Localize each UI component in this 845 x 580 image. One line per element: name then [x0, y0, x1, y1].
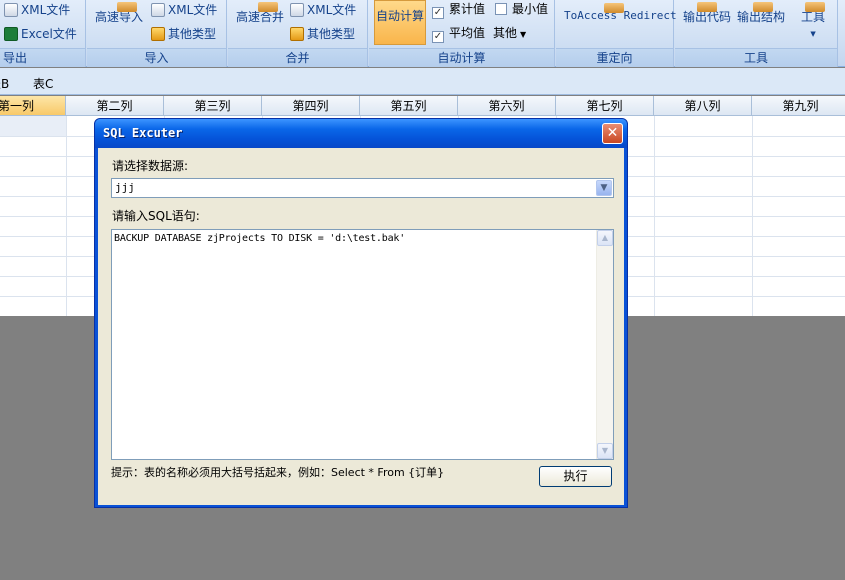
other-dropdown[interactable]: 其他 ▼	[493, 24, 526, 41]
group-import: 高速导入 XML文件 其他类型 导入	[87, 0, 227, 67]
checkbox-checked-icon: ✓	[432, 7, 444, 19]
import-other-button[interactable]: 其他类型	[151, 25, 216, 42]
datasource-value: jjj	[115, 181, 135, 194]
group-label-autocalc: 自动计算	[369, 48, 554, 67]
column-header[interactable]: 第二列	[66, 96, 164, 116]
import-xml-button[interactable]: XML文件	[151, 1, 217, 18]
sheet-tab-c[interactable]: 表C	[33, 75, 53, 92]
group-label-merge: 合并	[228, 48, 367, 67]
dropdown-arrow-icon: ▼	[810, 30, 816, 38]
database-icon	[290, 27, 304, 41]
tools-icon	[805, 2, 825, 12]
sheet-tabs: 表B 表C	[0, 68, 845, 95]
column-header[interactable]: 第九列	[752, 96, 845, 116]
cumulative-checkbox[interactable]: ✓ 累计值	[432, 0, 485, 19]
sql-text: BACKUP DATABASE zjProjects TO DISK = 'd:…	[114, 233, 406, 244]
column-header[interactable]: 第七列	[556, 96, 654, 116]
group-label-export: 导出	[0, 48, 85, 67]
group-label-import: 导入	[87, 48, 226, 67]
export-excel-button[interactable]: Excel文件	[4, 25, 77, 42]
scroll-down-icon[interactable]: ▼	[597, 443, 613, 459]
column-header[interactable]: 第八列	[654, 96, 752, 116]
group-tools: 输出代码 输出结构 工具 ▼ 工具	[675, 0, 838, 67]
datasource-label: 请选择数据源:	[112, 159, 189, 173]
average-checkbox[interactable]: ✓ 平均值	[432, 24, 485, 43]
sql-executer-dialog: SQL Excuter ✕ 请选择数据源: jjj ▼ 请输入SQL语句: BA…	[94, 118, 628, 508]
datasource-select[interactable]: jjj ▼	[111, 178, 614, 198]
export-xml-button[interactable]: XML文件	[4, 1, 70, 18]
sql-textarea[interactable]: BACKUP DATABASE zjProjects TO DISK = 'd:…	[111, 229, 614, 460]
scroll-up-icon[interactable]: ▲	[597, 230, 613, 246]
dialog-titlebar[interactable]: SQL Excuter ✕	[95, 119, 627, 148]
merge-icon	[258, 2, 278, 12]
redirect-icon	[604, 3, 624, 13]
active-cell[interactable]	[0, 116, 66, 136]
output-structure-button[interactable]: 输出结构	[737, 2, 785, 25]
group-redirect: ToAccess Redirect 重定向	[556, 0, 677, 67]
structure-icon	[753, 2, 773, 12]
excel-file-icon	[4, 27, 18, 41]
chevron-down-icon[interactable]: ▼	[596, 180, 612, 196]
fast-import-button[interactable]: 高速导入	[95, 2, 143, 25]
group-export: XML文件 Excel文件 导出	[0, 0, 86, 67]
vertical-scrollbar[interactable]: ▲ ▼	[596, 230, 613, 459]
code-icon	[697, 2, 717, 12]
sheet-tab-b[interactable]: 表B	[0, 75, 9, 92]
database-icon	[151, 27, 165, 41]
min-checkbox[interactable]: 最小值	[495, 0, 548, 17]
column-header[interactable]: 第一列	[0, 96, 66, 116]
checkbox-unchecked-icon	[495, 3, 507, 15]
group-label-tools: 工具	[675, 48, 837, 67]
import-icon	[117, 2, 137, 12]
execute-button[interactable]: 执行	[539, 466, 612, 487]
column-header[interactable]: 第四列	[262, 96, 360, 116]
ribbon: XML文件 Excel文件 导出 高速导入 XML文件 其他类型 导入 高速合并…	[0, 0, 845, 67]
auto-calc-button[interactable]: 自动计算	[374, 0, 426, 45]
column-header[interactable]: 第五列	[360, 96, 458, 116]
xml-file-icon	[4, 3, 18, 17]
sql-label: 请输入SQL语句:	[112, 209, 200, 223]
close-icon: ✕	[606, 125, 619, 141]
tools-button[interactable]: 工具 ▼	[801, 2, 825, 39]
merge-other-button[interactable]: 其他类型	[290, 25, 355, 42]
to-access-redirect-button[interactable]: ToAccess Redirect	[564, 3, 677, 22]
output-code-button[interactable]: 输出代码	[683, 2, 731, 25]
xml-file-icon	[151, 3, 165, 17]
hint-text: 提示：表的名称必须用大括号括起来，例如：Select * From {订单}	[111, 466, 445, 479]
group-label-redirect: 重定向	[556, 48, 673, 67]
checkbox-checked-icon: ✓	[432, 31, 444, 43]
close-button[interactable]: ✕	[602, 123, 623, 144]
column-header[interactable]: 第六列	[458, 96, 556, 116]
xml-file-icon	[290, 3, 304, 17]
fast-merge-button[interactable]: 高速合并	[236, 2, 284, 25]
column-header[interactable]: 第三列	[164, 96, 262, 116]
dialog-body: 请选择数据源: jjj ▼ 请输入SQL语句: BACKUP DATABASE …	[98, 148, 624, 505]
group-merge: 高速合并 XML文件 其他类型 合并	[228, 0, 368, 67]
dropdown-arrow-icon: ▼	[520, 30, 527, 39]
merge-xml-button[interactable]: XML文件	[290, 1, 356, 18]
dialog-title: SQL Excuter	[103, 126, 183, 140]
